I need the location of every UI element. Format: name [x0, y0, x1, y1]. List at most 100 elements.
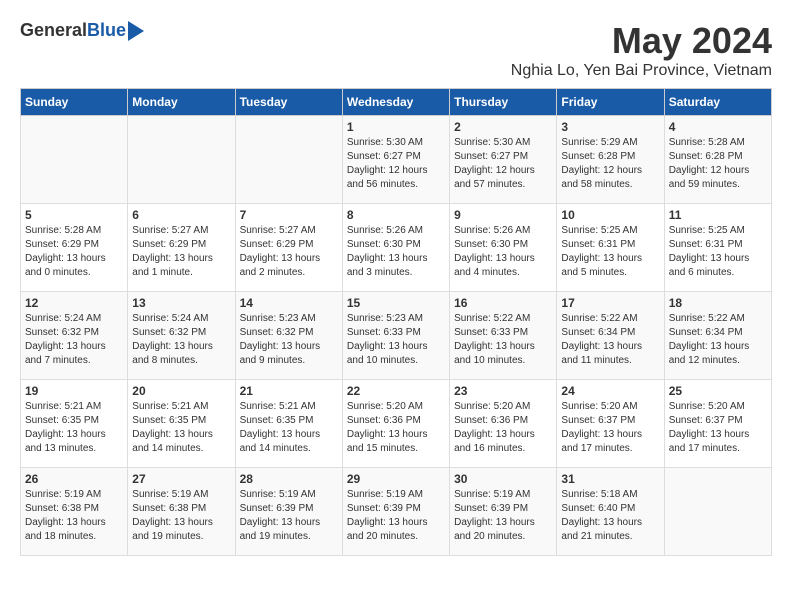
- calendar-cell: 13 Sunrise: 5:24 AM Sunset: 6:32 PM Dayli…: [128, 292, 235, 380]
- day-number: 27: [132, 472, 230, 486]
- calendar-week-row: 1 Sunrise: 5:30 AM Sunset: 6:27 PM Daylig…: [21, 116, 772, 204]
- day-detail: Sunrise: 5:27 AM Sunset: 6:29 PM Dayligh…: [132, 224, 230, 280]
- calendar-cell: 11 Sunrise: 5:25 AM Sunset: 6:31 PM Dayli…: [664, 204, 771, 292]
- day-detail: Sunrise: 5:28 AM Sunset: 6:29 PM Dayligh…: [25, 224, 123, 280]
- day-number: 14: [240, 296, 338, 310]
- day-detail: Sunrise: 5:20 AM Sunset: 6:36 PM Dayligh…: [347, 400, 445, 456]
- calendar-cell: 4 Sunrise: 5:28 AM Sunset: 6:28 PM Daylig…: [664, 116, 771, 204]
- calendar-cell: 10Sunrise: 5:25 AM Sunset: 6:31 PM Dayli…: [557, 204, 664, 292]
- day-number: 31: [561, 472, 659, 486]
- calendar-cell: 25Sunrise: 5:20 AM Sunset: 6:37 PM Dayli…: [664, 380, 771, 468]
- calendar-cell: 20 Sunrise: 5:21 AM Sunset: 6:35 PM Dayli…: [128, 380, 235, 468]
- calendar-cell: 15 Sunrise: 5:23 AM Sunset: 6:33 PM Dayli…: [342, 292, 449, 380]
- day-detail: Sunrise: 5:23 AM Sunset: 6:33 PM Dayligh…: [347, 312, 445, 368]
- calendar-cell: [664, 468, 771, 556]
- day-number: 18: [669, 296, 767, 310]
- calendar-cell: 9Sunrise: 5:26 AM Sunset: 6:30 PM Daylig…: [450, 204, 557, 292]
- day-number: 15: [347, 296, 445, 310]
- day-number: 5: [25, 208, 123, 222]
- day-detail: Sunrise: 5:25 AM Sunset: 6:31 PM Dayligh…: [561, 224, 659, 280]
- day-detail: Sunrise: 5:26 AM Sunset: 6:30 PM Dayligh…: [347, 224, 445, 280]
- day-detail: Sunrise: 5:26 AM Sunset: 6:30 PM Dayligh…: [454, 224, 552, 280]
- calendar-week-row: 12 Sunrise: 5:24 AM Sunset: 6:32 PM Dayli…: [21, 292, 772, 380]
- day-detail: Sunrise: 5:22 AM Sunset: 6:34 PM Dayligh…: [669, 312, 767, 368]
- day-number: 21: [240, 384, 338, 398]
- day-number: 26: [25, 472, 123, 486]
- day-detail: Sunrise: 5:18 AM Sunset: 6:40 PM Dayligh…: [561, 488, 659, 544]
- calendar-cell: 30Sunrise: 5:19 AM Sunset: 6:39 PM Dayli…: [450, 468, 557, 556]
- day-detail: Sunrise: 5:28 AM Sunset: 6:28 PM Dayligh…: [669, 136, 767, 192]
- day-detail: Sunrise: 5:27 AM Sunset: 6:29 PM Dayligh…: [240, 224, 338, 280]
- calendar-cell: 22 Sunrise: 5:20 AM Sunset: 6:36 PM Dayli…: [342, 380, 449, 468]
- calendar-cell: 19Sunrise: 5:21 AM Sunset: 6:35 PM Dayli…: [21, 380, 128, 468]
- calendar-cell: [235, 116, 342, 204]
- day-detail: Sunrise: 5:20 AM Sunset: 6:37 PM Dayligh…: [561, 400, 659, 456]
- header-friday: Friday: [557, 89, 664, 116]
- day-detail: Sunrise: 5:19 AM Sunset: 6:38 PM Dayligh…: [25, 488, 123, 544]
- day-number: 11: [669, 208, 767, 222]
- calendar-week-row: 5 Sunrise: 5:28 AM Sunset: 6:29 PM Daylig…: [21, 204, 772, 292]
- day-number: 28: [240, 472, 338, 486]
- logo-general-text: General: [20, 20, 87, 41]
- day-number: 2: [454, 120, 552, 134]
- page-header: General Blue May 2024 Nghia Lo, Yen Bai …: [20, 20, 772, 80]
- day-number: 7: [240, 208, 338, 222]
- day-detail: Sunrise: 5:19 AM Sunset: 6:38 PM Dayligh…: [132, 488, 230, 544]
- calendar-cell: 5 Sunrise: 5:28 AM Sunset: 6:29 PM Daylig…: [21, 204, 128, 292]
- day-number: 1: [347, 120, 445, 134]
- calendar-header-row: SundayMondayTuesdayWednesdayThursdayFrid…: [21, 89, 772, 116]
- day-number: 20: [132, 384, 230, 398]
- calendar-cell: 7 Sunrise: 5:27 AM Sunset: 6:29 PM Daylig…: [235, 204, 342, 292]
- calendar-week-row: 19 Sunrise: 5:21 AM Sunset: 6:35 PM Dayli…: [21, 380, 772, 468]
- day-number: 29: [347, 472, 445, 486]
- header-monday: Monday: [128, 89, 235, 116]
- day-number: 8: [347, 208, 445, 222]
- day-number: 12: [25, 296, 123, 310]
- day-number: 17: [561, 296, 659, 310]
- day-number: 3: [561, 120, 659, 134]
- calendar-cell: 31 Sunrise: 5:18 AM Sunset: 6:40 PM Dayli…: [557, 468, 664, 556]
- calendar-cell: 1Sunrise: 5:30 AM Sunset: 6:27 PM Daylig…: [342, 116, 449, 204]
- calendar-cell: 18 Sunrise: 5:22 AM Sunset: 6:34 PM Dayli…: [664, 292, 771, 380]
- calendar-cell: [21, 116, 128, 204]
- calendar-cell: 28Sunrise: 5:19 AM Sunset: 6:39 PM Dayli…: [235, 468, 342, 556]
- day-number: 19: [25, 384, 123, 398]
- calendar-cell: [128, 116, 235, 204]
- logo: General Blue: [20, 20, 144, 41]
- calendar-cell: 16 Sunrise: 5:22 AM Sunset: 6:33 PM Dayli…: [450, 292, 557, 380]
- day-detail: Sunrise: 5:21 AM Sunset: 6:35 PM Dayligh…: [132, 400, 230, 456]
- day-detail: Sunrise: 5:20 AM Sunset: 6:37 PM Dayligh…: [669, 400, 767, 456]
- calendar-cell: 14Sunrise: 5:23 AM Sunset: 6:32 PM Dayli…: [235, 292, 342, 380]
- calendar-cell: 8 Sunrise: 5:26 AM Sunset: 6:30 PM Daylig…: [342, 204, 449, 292]
- header-thursday: Thursday: [450, 89, 557, 116]
- location-subtitle: Nghia Lo, Yen Bai Province, Vietnam: [511, 62, 772, 80]
- day-number: 16: [454, 296, 552, 310]
- calendar-cell: 6 Sunrise: 5:27 AM Sunset: 6:29 PM Daylig…: [128, 204, 235, 292]
- day-detail: Sunrise: 5:20 AM Sunset: 6:36 PM Dayligh…: [454, 400, 552, 456]
- day-detail: Sunrise: 5:19 AM Sunset: 6:39 PM Dayligh…: [347, 488, 445, 544]
- day-number: 13: [132, 296, 230, 310]
- header-saturday: Saturday: [664, 89, 771, 116]
- day-detail: Sunrise: 5:24 AM Sunset: 6:32 PM Dayligh…: [25, 312, 123, 368]
- header-wednesday: Wednesday: [342, 89, 449, 116]
- day-number: 22: [347, 384, 445, 398]
- logo-arrow-icon: [128, 21, 144, 41]
- day-number: 23: [454, 384, 552, 398]
- logo-blue-text: Blue: [87, 20, 126, 41]
- calendar-table: SundayMondayTuesdayWednesdayThursdayFrid…: [20, 88, 772, 556]
- day-detail: Sunrise: 5:22 AM Sunset: 6:34 PM Dayligh…: [561, 312, 659, 368]
- calendar-cell: 2 Sunrise: 5:30 AM Sunset: 6:27 PM Daylig…: [450, 116, 557, 204]
- day-number: 24: [561, 384, 659, 398]
- day-detail: Sunrise: 5:25 AM Sunset: 6:31 PM Dayligh…: [669, 224, 767, 280]
- calendar-week-row: 26 Sunrise: 5:19 AM Sunset: 6:38 PM Dayli…: [21, 468, 772, 556]
- day-number: 4: [669, 120, 767, 134]
- title-block: May 2024 Nghia Lo, Yen Bai Province, Vie…: [511, 20, 772, 80]
- day-detail: Sunrise: 5:30 AM Sunset: 6:27 PM Dayligh…: [454, 136, 552, 192]
- day-number: 6: [132, 208, 230, 222]
- calendar-cell: 29 Sunrise: 5:19 AM Sunset: 6:39 PM Dayli…: [342, 468, 449, 556]
- day-detail: Sunrise: 5:22 AM Sunset: 6:33 PM Dayligh…: [454, 312, 552, 368]
- day-detail: Sunrise: 5:29 AM Sunset: 6:28 PM Dayligh…: [561, 136, 659, 192]
- day-detail: Sunrise: 5:21 AM Sunset: 6:35 PM Dayligh…: [240, 400, 338, 456]
- header-tuesday: Tuesday: [235, 89, 342, 116]
- day-detail: Sunrise: 5:24 AM Sunset: 6:32 PM Dayligh…: [132, 312, 230, 368]
